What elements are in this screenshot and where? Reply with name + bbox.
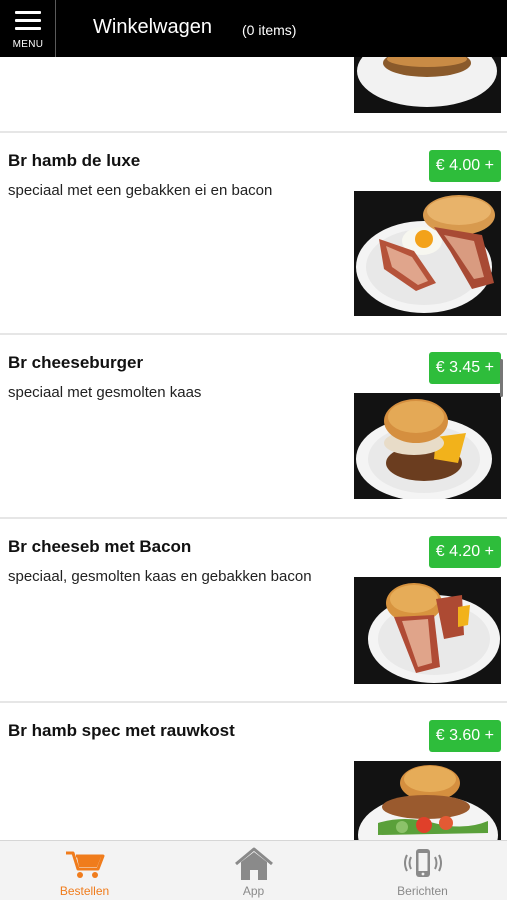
cart-count[interactable]: (0 items) [242,22,296,38]
tab-berichten[interactable]: Berichten [338,841,507,900]
tab-label: Bestellen [59,884,110,898]
product-name: Br cheeseb met Bacon [8,537,192,556]
bottom-tab-bar: Bestellen App Berichten [0,840,507,900]
add-to-cart-button[interactable]: € 4.00 + [428,150,501,182]
hamburger-icon [15,11,41,31]
product-description: speciaal met een gebakken ei en bacon [8,182,273,199]
add-to-cart-button[interactable]: € 4.20 + [428,536,501,568]
menu-button[interactable]: MENU [0,0,56,57]
product-description: speciaal met gesmolten kaas [8,384,202,401]
list-item[interactable] [0,57,507,133]
home-icon [233,847,275,881]
cart-icon [64,847,106,881]
add-to-cart-button[interactable]: € 3.45 + [428,352,501,384]
product-name: Br hamb spec met rauwkost [8,721,235,740]
tab-app[interactable]: App [169,841,338,900]
list-item[interactable]: Br cheeseburger speciaal met gesmolten k… [0,337,507,519]
add-to-cart-button[interactable]: € 3.60 + [428,720,501,752]
product-photo[interactable] [354,393,501,499]
list-item[interactable]: Br cheeseb met Bacon speciaal, gesmolten… [0,521,507,703]
product-photo [354,57,501,113]
product-photo[interactable] [354,191,501,316]
list-item[interactable]: Br hamb spec met rauwkost € 3.60 + [0,705,507,840]
product-list[interactable]: Br hamb de luxe speciaal met een gebakke… [0,57,507,840]
list-item[interactable]: Br hamb de luxe speciaal met een gebakke… [0,135,507,335]
menu-label: MENU [12,39,44,50]
product-name: Br hamb de luxe [8,151,141,170]
phone-vibrate-icon [402,847,444,881]
top-bar: MENU Winkelwagen (0 items) [0,0,507,57]
product-photo[interactable] [354,577,501,684]
page-title[interactable]: Winkelwagen [93,16,212,39]
tab-bestellen[interactable]: Bestellen [0,841,169,900]
scrollbar[interactable] [500,359,503,397]
tab-label: App [242,884,265,898]
tab-label: Berichten [397,884,448,898]
product-description: speciaal, gesmolten kaas en gebakken bac… [8,568,312,585]
product-photo[interactable] [354,761,501,840]
product-name: Br cheeseburger [8,353,144,372]
